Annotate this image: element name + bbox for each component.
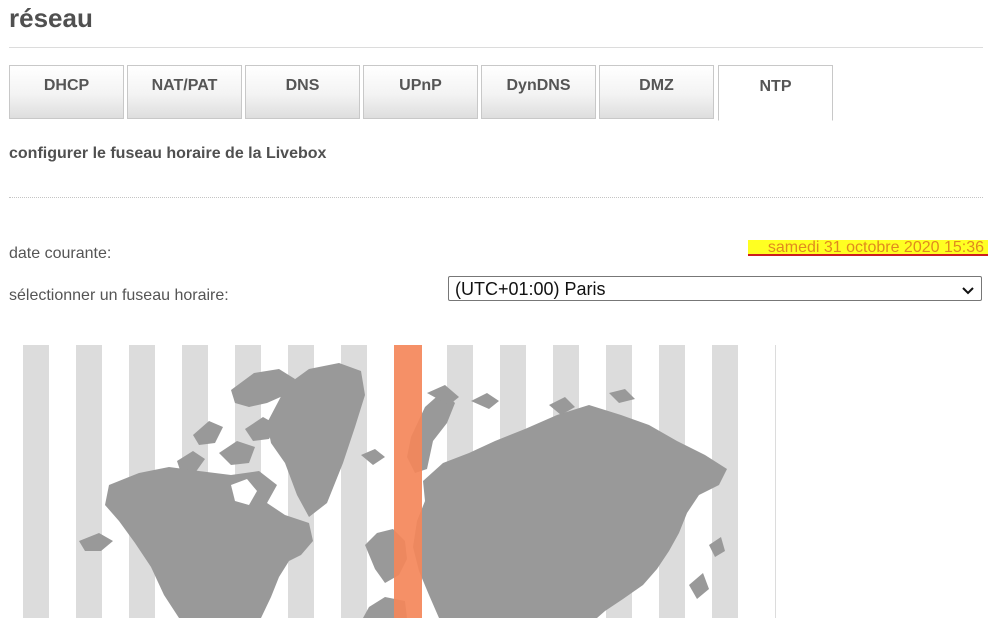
tab-ntp[interactable]: NTP bbox=[718, 65, 833, 121]
map-border bbox=[775, 345, 776, 618]
page-title: réseau bbox=[9, 3, 93, 33]
selected-timezone-band bbox=[394, 345, 422, 618]
timezone-label: sélectionner un fuseau horaire: bbox=[9, 287, 229, 304]
tab-nat-pat[interactable]: NAT/PAT bbox=[127, 65, 242, 119]
tab-upnp[interactable]: UPnP bbox=[363, 65, 478, 119]
chevron-down-icon bbox=[961, 283, 975, 301]
current-date-label: date courante: bbox=[9, 245, 112, 262]
tab-dhcp[interactable]: DHCP bbox=[9, 65, 124, 119]
title-divider bbox=[9, 47, 983, 48]
section-title: configurer le fuseau horaire de la Liveb… bbox=[9, 145, 327, 162]
current-date-value: samedi 31 octobre 2020 15:36 bbox=[748, 240, 988, 256]
tab-dyndns[interactable]: DynDNS bbox=[481, 65, 596, 119]
world-map-icon bbox=[23, 345, 738, 618]
tab-dns[interactable]: DNS bbox=[245, 65, 360, 119]
dotted-divider bbox=[9, 197, 983, 198]
timezone-select[interactable]: (UTC+01:00) Paris bbox=[448, 276, 982, 301]
timezone-map[interactable] bbox=[9, 345, 776, 618]
timezone-selected-value: (UTC+01:00) Paris bbox=[455, 279, 606, 299]
tab-dmz[interactable]: DMZ bbox=[599, 65, 714, 119]
